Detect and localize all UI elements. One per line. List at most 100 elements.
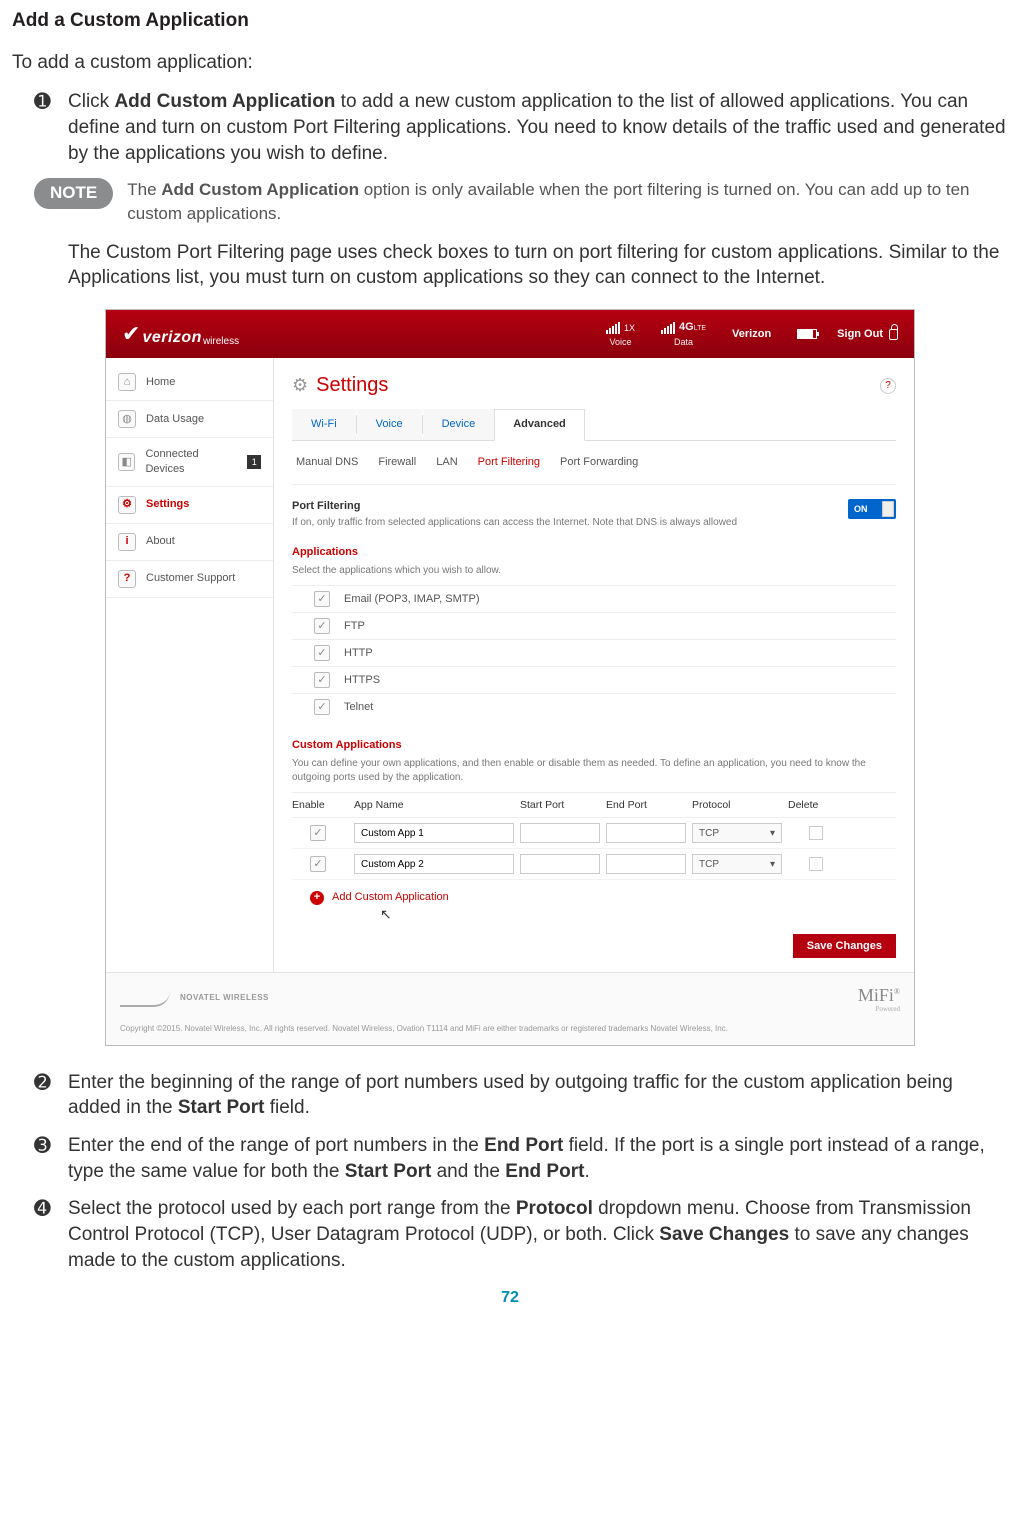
signal-group: 1X Voice 4GLTE Data — [606, 320, 706, 349]
subtabs: Manual DNS Firewall LAN Port Filtering P… — [292, 447, 896, 485]
custom-row-1: ✓ TCP ▾ — [292, 818, 896, 849]
app-name-input[interactable] — [354, 823, 514, 843]
step-4: ➍ Select the protocol used by each port … — [12, 1196, 1008, 1273]
mifi-logo: MiFi® Powered — [858, 983, 900, 1014]
app-row: ✓ HTTP — [292, 639, 896, 666]
step-3-bold2: Start Port — [345, 1161, 432, 1182]
footer: NOVATEL WIRELESS MiFi® Powered — [106, 972, 914, 1024]
chevron-down-icon: ▾ — [770, 858, 775, 872]
delete-checkbox[interactable] — [809, 857, 823, 871]
start-port-input[interactable] — [520, 854, 600, 874]
verizon-check-icon: ✔ — [122, 319, 140, 349]
checkbox[interactable]: ✓ — [314, 645, 330, 661]
toggle-on-label: ON — [854, 503, 868, 515]
add-custom-app-row[interactable]: + Add Custom Application — [292, 890, 896, 905]
checkbox[interactable]: ✓ — [314, 591, 330, 607]
step-3-bold3: End Port — [505, 1161, 584, 1182]
sidebar-item-settings[interactable]: ⚙ Settings — [106, 487, 273, 524]
tab-voice[interactable]: Voice — [357, 409, 422, 440]
tab-wifi[interactable]: Wi-Fi — [292, 409, 356, 440]
settings-title: Settings — [316, 372, 388, 399]
gear-icon: ⚙ — [118, 496, 136, 514]
tab-advanced[interactable]: Advanced — [494, 409, 585, 441]
tabs-main: Wi-Fi Voice Device Advanced — [292, 409, 896, 441]
info-icon: i — [118, 533, 136, 551]
sidebar-item-home[interactable]: ⌂ Home — [106, 364, 273, 401]
applications-desc: Select the applications which you wish t… — [292, 564, 896, 578]
app-label: Telnet — [344, 700, 373, 715]
sidebar-settings-label: Settings — [146, 497, 189, 512]
sidebar-item-data-usage[interactable]: ◍ Data Usage — [106, 401, 273, 438]
note-badge: NOTE — [34, 178, 113, 209]
novatel-text: NOVATEL WIRELESS — [180, 993, 269, 1004]
sidebar-item-connected-devices[interactable]: ◧ Connected Devices 1 — [106, 438, 273, 487]
app-name-input[interactable] — [354, 854, 514, 874]
subtab-port-filtering[interactable]: Port Filtering — [478, 455, 540, 470]
start-port-input[interactable] — [520, 823, 600, 843]
add-custom-app-link: Add Custom Application — [332, 890, 449, 905]
after-note-text: The Custom Port Filtering page uses chec… — [12, 240, 1008, 291]
subtab-lan[interactable]: LAN — [436, 455, 457, 470]
app-row: ✓ HTTPS — [292, 666, 896, 693]
sidebar: ⌂ Home ◍ Data Usage ◧ Connected Devices … — [106, 358, 274, 972]
step-3: ➌ Enter the end of the range of port num… — [12, 1133, 1008, 1184]
lte-label: LTE — [694, 325, 706, 332]
port-filtering-desc: If on, only traffic from selected applic… — [292, 516, 848, 530]
checkbox[interactable]: ✓ — [314, 618, 330, 634]
protocol-select[interactable]: TCP ▾ — [692, 823, 782, 843]
app-label: FTP — [344, 619, 365, 634]
port-filtering-toggle[interactable]: ON — [848, 499, 896, 519]
step-2-number: ➋ — [34, 1070, 68, 1121]
voice-1x: 1X — [624, 322, 635, 334]
data-signal-icon — [661, 322, 675, 334]
step-4-bold1: Protocol — [516, 1198, 593, 1219]
devices-icon: ◧ — [118, 453, 135, 471]
checkbox[interactable]: ✓ — [314, 699, 330, 715]
save-changes-button[interactable]: Save Changes — [793, 934, 896, 958]
subtab-port-forwarding[interactable]: Port Forwarding — [560, 455, 638, 470]
checkbox[interactable]: ✓ — [314, 672, 330, 688]
sidebar-support-label: Customer Support — [146, 571, 235, 586]
globe-icon: ◍ — [118, 410, 136, 428]
carrier-label: Verizon — [732, 327, 771, 342]
step-1-body: Click Add Custom Application to add a ne… — [68, 89, 1008, 166]
note-bold: Add Custom Application — [161, 180, 359, 199]
fourg-label: 4G — [679, 321, 694, 333]
port-filtering-title: Port Filtering — [292, 499, 848, 514]
step-2-body: Enter the beginning of the range of port… — [68, 1070, 1008, 1121]
cursor-icon: ↖ — [380, 906, 392, 922]
sign-out-link[interactable]: Sign Out — [837, 327, 898, 342]
checkbox[interactable]: ✓ — [310, 856, 326, 872]
subtab-dns[interactable]: Manual DNS — [296, 455, 358, 470]
sidebar-item-about[interactable]: i About — [106, 524, 273, 561]
sign-out-label: Sign Out — [837, 327, 883, 342]
novatel-swoosh-icon — [120, 991, 170, 1007]
step-2: ➋ Enter the beginning of the range of po… — [12, 1070, 1008, 1121]
devices-badge: 1 — [247, 455, 261, 469]
protocol-select[interactable]: TCP ▾ — [692, 854, 782, 874]
delete-checkbox[interactable] — [809, 826, 823, 840]
voice-label: Voice — [610, 336, 632, 348]
end-port-input[interactable] — [606, 854, 686, 874]
step-4-bold2: Save Changes — [659, 1224, 789, 1245]
tab-device[interactable]: Device — [423, 409, 495, 440]
checkbox[interactable]: ✓ — [310, 825, 326, 841]
main-panel: ⚙ Settings ? Wi-Fi Voice Device Advanced… — [274, 358, 914, 972]
verizon-sub: wireless — [203, 335, 239, 349]
step-2-bold: Start Port — [178, 1097, 265, 1118]
subtab-firewall[interactable]: Firewall — [378, 455, 416, 470]
col-name: App Name — [354, 798, 514, 812]
sidebar-about-label: About — [146, 534, 175, 549]
voice-signal-icon — [606, 322, 620, 334]
help-icon[interactable]: ? — [880, 378, 896, 394]
step-4-number: ➍ — [34, 1196, 68, 1273]
app-row: ✓ FTP — [292, 612, 896, 639]
step-3-body: Enter the end of the range of port numbe… — [68, 1133, 1008, 1184]
router-admin-screenshot: ✔ verizon wireless 1X Voice 4GLTE Data V… — [105, 309, 915, 1046]
end-port-input[interactable] — [606, 823, 686, 843]
sidebar-item-support[interactable]: ? Customer Support — [106, 561, 273, 598]
col-start: Start Port — [520, 798, 600, 812]
mifi-powered: Powered — [858, 1005, 900, 1014]
applications-title: Applications — [292, 545, 896, 560]
section-heading: Add a Custom Application — [12, 8, 1008, 34]
